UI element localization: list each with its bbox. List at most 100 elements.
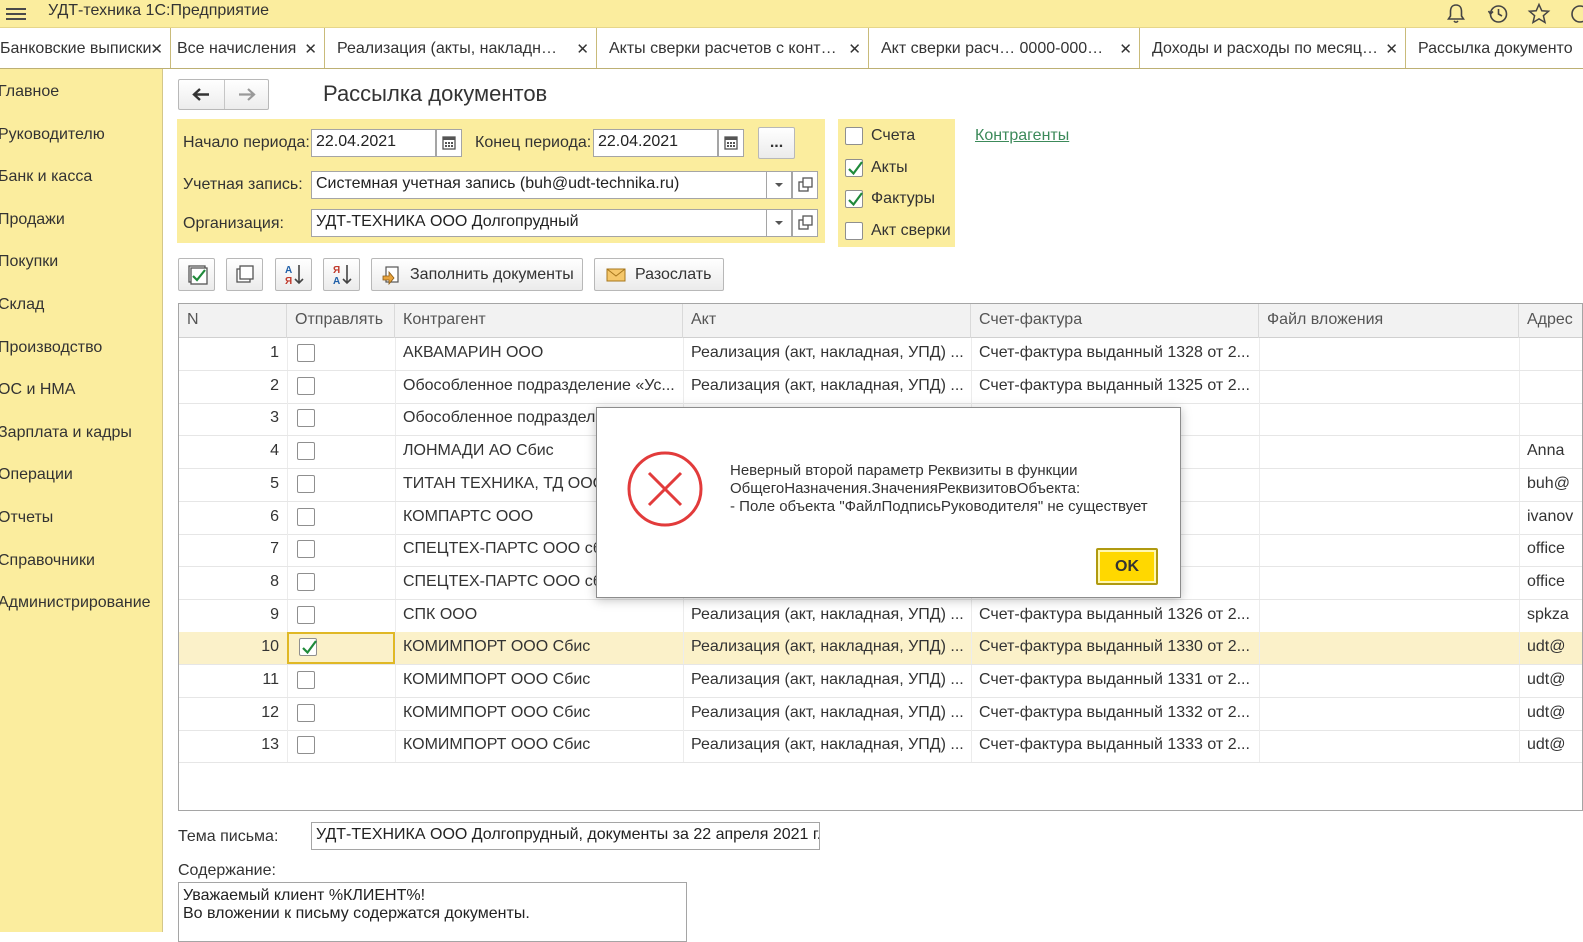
tab-bank-statements[interactable]: Банковские выписки ✕ (0, 28, 171, 68)
period-start-calendar-button[interactable] (436, 129, 462, 157)
forward-button[interactable] (224, 80, 269, 109)
subject-input[interactable]: УДТ-ТЕХНИКА ООО Долгопрудный, документы … (311, 822, 820, 850)
bell-icon[interactable] (1444, 2, 1468, 26)
column-header-attachment[interactable]: Файл вложения (1259, 304, 1519, 338)
table-row[interactable]: 1 АКВАМАРИН ООО Реализация (акт, накладная… (179, 338, 1582, 371)
account-open-button[interactable] (792, 171, 818, 199)
send-checkbox[interactable] (297, 703, 315, 722)
table-row[interactable]: 13 КОМИМПОРТ ООО Сбис Реализация (акт, нак… (179, 730, 1582, 764)
sidebar-item-administration[interactable]: Администрирование (0, 594, 151, 620)
table-row[interactable]: 2 Обособленное подразделение «Ус... Реализ… (179, 370, 1582, 404)
close-tab-icon[interactable]: ✕ (848, 40, 861, 58)
send-button[interactable]: Разослать (594, 258, 724, 291)
column-header-send[interactable]: Отправлять (287, 304, 395, 338)
cell-send[interactable] (287, 371, 395, 403)
send-checkbox[interactable] (297, 736, 315, 755)
cell-send[interactable] (287, 338, 395, 370)
close-tab-icon[interactable]: ✕ (576, 40, 589, 58)
send-checkbox[interactable] (297, 507, 315, 526)
send-checkbox[interactable] (297, 409, 315, 428)
sidebar-item-production[interactable]: Производство (0, 339, 102, 365)
sidebar-item-fixed-assets[interactable]: ОС и НМА (0, 381, 75, 407)
sidebar-item-warehouse[interactable]: Склад (0, 296, 44, 322)
cell-send[interactable] (287, 469, 395, 501)
tab-all-accruals[interactable]: Все начисления ✕ (171, 28, 325, 68)
column-header-invoice[interactable]: Счет-фактура (971, 304, 1259, 338)
cell-send[interactable] (287, 632, 395, 665)
option-facturas-checkbox[interactable] (845, 190, 863, 208)
cell-send[interactable] (287, 698, 395, 730)
close-tab-icon[interactable]: ✕ (150, 40, 163, 58)
sidebar-item-directories[interactable]: Справочники (0, 552, 95, 578)
option-reconciliation-checkbox[interactable] (845, 222, 863, 240)
cell-send[interactable] (287, 600, 395, 632)
column-header-address[interactable]: Адрес (1519, 304, 1582, 338)
more-menu-icon[interactable] (1568, 2, 1583, 26)
send-checkbox[interactable] (297, 344, 315, 362)
send-checkbox[interactable] (297, 671, 315, 689)
hamburger-menu-icon[interactable] (6, 5, 26, 21)
sidebar-item-bank[interactable]: Банк и касса (0, 168, 92, 194)
sidebar-item-operations[interactable]: Операции (0, 466, 73, 492)
history-icon[interactable] (1486, 2, 1510, 26)
cell-send[interactable] (287, 567, 395, 599)
star-favorites-icon[interactable] (1527, 2, 1551, 26)
copy-button[interactable] (226, 258, 263, 291)
send-checkbox[interactable] (299, 638, 317, 657)
send-checkbox[interactable] (297, 540, 315, 559)
tab-reconciliation-act-366[interactable]: Акт сверки расч… 0000-000366 ✕ (869, 28, 1140, 68)
period-end-calendar-button[interactable] (718, 129, 744, 157)
table-row[interactable]: 12 КОМИМПОРТ ООО Сбис Реализация (акт, нак… (179, 697, 1582, 731)
sidebar-item-sales[interactable]: Продажи (0, 211, 65, 237)
cell-send[interactable] (287, 403, 395, 435)
column-header-n[interactable]: N (179, 304, 287, 338)
svg-text:А: А (285, 265, 292, 276)
counterparties-link[interactable]: Контрагенты (975, 127, 1069, 145)
organization-dropdown-button[interactable] (766, 209, 792, 237)
content-textarea[interactable]: Уважаемый клиент %КЛИЕНТ%! Во вложении к… (178, 882, 687, 942)
close-tab-icon[interactable]: ✕ (1119, 40, 1132, 58)
close-tab-icon[interactable]: ✕ (304, 40, 317, 58)
column-header-counterparty[interactable]: Контрагент (395, 304, 683, 338)
period-start-input[interactable]: 22.04.2021 (311, 129, 436, 157)
check-all-icon (188, 265, 208, 285)
select-period-button[interactable]: ... (758, 127, 795, 159)
send-checkbox[interactable] (297, 605, 315, 624)
option-acts-checkbox[interactable] (845, 159, 863, 177)
sidebar-item-main[interactable]: Главное (0, 83, 59, 109)
cell-send[interactable] (287, 502, 395, 534)
sidebar-item-purchases[interactable]: Покупки (0, 253, 58, 279)
cell-send[interactable] (287, 436, 395, 468)
send-checkbox[interactable] (297, 376, 315, 395)
fill-documents-button[interactable]: Заполнить документы (371, 258, 583, 291)
tab-income-expenses[interactable]: Доходы и расходы по месяцам ✕ (1140, 28, 1406, 68)
sort-descending-button[interactable]: Я А (323, 258, 360, 291)
sort-ascending-button[interactable]: А Я (275, 258, 312, 291)
check-all-button[interactable] (178, 258, 215, 291)
sidebar-item-manager[interactable]: Руководителю (0, 126, 105, 152)
sidebar-item-payroll[interactable]: Зарплата и кадры (0, 424, 132, 450)
sidebar-item-reports[interactable]: Отчеты (0, 509, 53, 535)
account-input[interactable]: Системная учетная запись (buh@udt-techni… (311, 171, 767, 199)
option-invoices-checkbox[interactable] (845, 127, 863, 145)
close-tab-icon[interactable]: ✕ (1385, 40, 1398, 58)
period-end-input[interactable]: 22.04.2021 (593, 129, 718, 157)
cell-send[interactable] (287, 730, 395, 762)
tab-document-mailing[interactable]: Рассылка документо (1406, 28, 1583, 68)
organization-open-button[interactable] (792, 209, 818, 237)
ok-button[interactable]: OK (1096, 548, 1158, 585)
column-header-act[interactable]: Акт (683, 304, 971, 338)
account-dropdown-button[interactable] (766, 171, 792, 199)
back-button[interactable] (179, 80, 224, 109)
table-row[interactable]: 11 КОМИМПОРТ ООО Сбис Реализация (акт, нак… (179, 665, 1582, 698)
send-checkbox[interactable] (297, 442, 315, 461)
send-checkbox[interactable] (297, 572, 315, 591)
table-row[interactable]: 10 КОМИМПОРТ ООО Сбис Реализация (акт, нак… (179, 632, 1582, 666)
tab-sales-acts[interactable]: Реализация (акты, накладные… ✕ (325, 28, 597, 68)
cell-send[interactable] (287, 534, 395, 566)
cell-send[interactable] (287, 665, 395, 697)
organization-input[interactable]: УДТ-ТЕХНИКА ООО Долгопрудный (311, 209, 767, 237)
send-checkbox[interactable] (297, 474, 315, 493)
table-row[interactable]: 9 СПК ООО Реализация (акт, накладная, УПД)… (179, 599, 1582, 633)
tab-reconciliation-acts[interactable]: Акты сверки расчетов с конт… ✕ (597, 28, 869, 68)
